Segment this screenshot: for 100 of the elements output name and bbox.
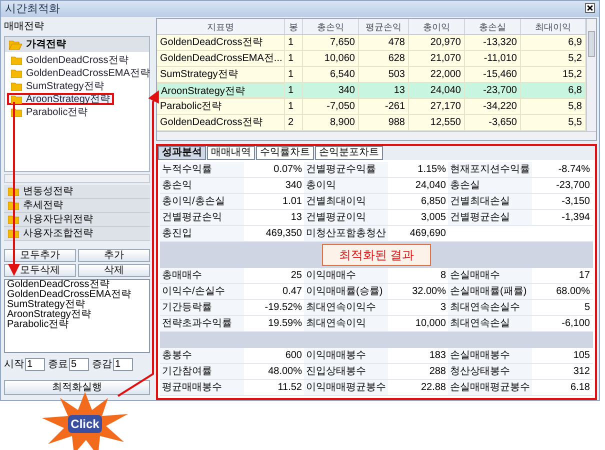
panel-header: 매매전략 <box>4 20 45 34</box>
horizontal-scrollbar[interactable] <box>157 131 596 140</box>
table-cell: -13,320 <box>465 35 521 50</box>
column-header[interactable]: 평균손익 <box>359 19 409 34</box>
table-row[interactable]: SumStrategy전략 1 6,540 503 22,000 -15,460 15,2 <box>157 67 586 83</box>
stat-label: 건별평균이익 <box>304 210 388 225</box>
table-cell: 1 <box>285 35 303 50</box>
stat-label: 총이익 <box>304 178 388 193</box>
stat-label: 청산상태봉수 <box>448 364 532 379</box>
group-header[interactable]: 사용자단위전략 <box>4 213 150 227</box>
stat-label: 전략초과수익률 <box>160 316 244 331</box>
table-cell: 13 <box>359 83 409 98</box>
table-cell: 10,060 <box>303 51 359 66</box>
tree-item[interactable]: GoldenDeadCrossEMA전략 <box>7 67 154 79</box>
group-header[interactable]: 가격전략 <box>5 37 149 52</box>
group-header[interactable]: 변동성전략 <box>4 185 150 199</box>
column-header[interactable]: 총손익 <box>303 19 359 34</box>
stat-label: 평균매매봉수 <box>160 380 244 395</box>
table-cell: 503 <box>359 67 409 82</box>
group-header[interactable]: 사용자조합전략 <box>4 227 150 241</box>
table-row[interactable]: Parabolic전략 1 -7,050 -261 27,170 -34,220 5,8 <box>157 99 586 115</box>
field-label: 증감 <box>92 358 112 372</box>
table-row[interactable]: AroonStrategy전략 1 340 13 24,040 -23,700 6,8 <box>157 83 586 99</box>
list-button[interactable]: 추가 <box>78 249 150 262</box>
tab[interactable]: 손익분포차트 <box>315 146 383 160</box>
list-item[interactable]: GoldenDeadCross전략 <box>7 280 147 290</box>
stat-label: 건별평균수익률 <box>304 162 388 177</box>
table-cell: 988 <box>359 115 409 130</box>
stat-label: 최대연속이익 <box>304 316 388 331</box>
stat-label: 최대연속이익수 <box>304 300 388 315</box>
tab[interactable]: 수익률차트 <box>256 146 314 160</box>
selected-strategy-list[interactable]: GoldenDeadCross전략 GoldenDeadCrossEMA전략 SumStrategy전략 AroonStrategy전략 Parabolic전략 <box>4 279 150 353</box>
stat-label: 이익수/손실수 <box>160 284 244 299</box>
table-cell: 1 <box>285 51 303 66</box>
column-header[interactable]: 총손실 <box>465 19 521 34</box>
click-label: Click <box>68 415 102 433</box>
table-cell: GoldenDeadCross전략 <box>157 115 285 130</box>
tree-item[interactable]: AroonStrategy전략 <box>7 93 114 105</box>
stat-label: 이익매매봉수 <box>304 348 388 363</box>
table-cell: 478 <box>359 35 409 50</box>
table-cell: 27,170 <box>409 99 465 114</box>
table-cell: 7,650 <box>303 35 359 50</box>
list-button[interactable]: 모두삭제 <box>4 264 76 277</box>
tree-item[interactable]: Parabolic전략 <box>7 106 92 118</box>
column-header[interactable]: 지표명 <box>157 19 285 34</box>
list-button[interactable]: 삭제 <box>78 264 150 277</box>
stat-label: 진입상태봉수 <box>304 364 388 379</box>
horizontal-scrollbar[interactable] <box>4 174 150 183</box>
list-item[interactable]: Parabolic전략 <box>7 320 147 330</box>
stat-label: 건별최대손실 <box>448 194 532 209</box>
table-cell: 1 <box>285 83 303 98</box>
stat-label: 이익매매평균봉수 <box>304 380 388 395</box>
stat-label: 총이익/총손실 <box>160 194 244 209</box>
tree-item[interactable]: SumStrategy전략 <box>7 80 108 92</box>
stat-label: 손실매매봉수 <box>448 348 532 363</box>
list-item[interactable]: SumStrategy전략 <box>7 300 147 310</box>
table-cell: 24,040 <box>409 83 465 98</box>
field-label: 종료 <box>48 358 68 372</box>
stat-label: 최대연속손실 <box>448 316 532 331</box>
run-button[interactable]: 최적화실행 <box>4 380 150 395</box>
stat-label: 기간참여률 <box>160 364 244 379</box>
tab[interactable]: 매매내역 <box>207 146 255 160</box>
stat-label: 최대연속손실수 <box>448 300 532 315</box>
stat-label: 이익매매률(승률) <box>304 284 388 299</box>
table-cell: -261 <box>359 99 409 114</box>
table-cell: 2 <box>285 115 303 130</box>
stat-label: 총손실 <box>448 178 532 193</box>
window-title: 시간최적화 <box>5 2 60 17</box>
field-label: 시작 <box>4 358 24 372</box>
table-cell: SumStrategy전략 <box>157 67 285 82</box>
tree-item[interactable]: GoldenDeadCross전략 <box>7 54 132 66</box>
table-cell: 1 <box>285 99 303 114</box>
table-cell: 20,970 <box>409 35 465 50</box>
number-field[interactable]: 1 <box>25 358 45 371</box>
stat-label: 이익매매수 <box>304 268 388 283</box>
close-icon[interactable] <box>585 3 595 13</box>
table-row[interactable]: GoldenDeadCrossEMA전... 1 10,060 628 21,070 -11,010 5,2 <box>157 51 586 67</box>
table-row[interactable]: GoldenDeadCross전략 2 8,900 988 12,550 -3,650 5,5 <box>157 115 586 131</box>
stat-label: 건별평균손실 <box>448 210 532 225</box>
stat-label: 미청산포함총청산 <box>304 226 388 241</box>
number-field[interactable]: 1 <box>113 358 133 371</box>
group-header[interactable]: 추세전략 <box>4 199 150 213</box>
callout-label: 최적화된 결과 <box>322 244 432 266</box>
vertical-scrollbar[interactable] <box>586 19 596 131</box>
list-item[interactable]: GoldenDeadCrossEMA전략 <box>7 290 147 300</box>
table-cell: -7,050 <box>303 99 359 114</box>
table-cell: 22,000 <box>409 67 465 82</box>
list-item[interactable]: AroonStrategy전략 <box>7 310 147 320</box>
list-button[interactable]: 모두추가 <box>4 249 76 262</box>
column-header[interactable]: 총이익 <box>409 19 465 34</box>
number-field[interactable]: 5 <box>69 358 89 371</box>
table-row[interactable]: GoldenDeadCross전략 1 7,650 478 20,970 -13,320 6,9 <box>157 35 586 51</box>
tab[interactable]: 성과분석 <box>158 146 206 160</box>
table-cell: Parabolic전략 <box>157 99 285 114</box>
stat-label: 기간등락률 <box>160 300 244 315</box>
table-cell: -34,220 <box>465 99 521 114</box>
stat-label: 현재포지션수익률 <box>448 162 532 177</box>
column-header[interactable]: 봉 <box>285 19 303 34</box>
table-cell: AroonStrategy전략 <box>157 83 285 98</box>
table-cell: -15,460 <box>465 67 521 82</box>
